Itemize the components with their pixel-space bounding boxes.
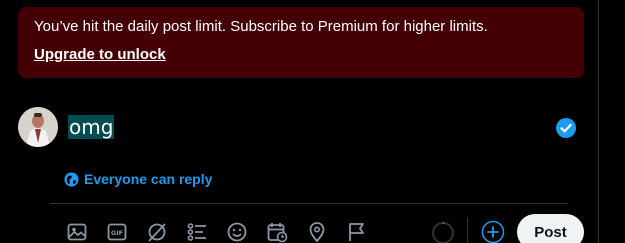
poll-button[interactable] <box>186 221 208 243</box>
compose-page: You’ve hit the daily post limit. Subscri… <box>0 0 625 243</box>
reply-setting-label: Everyone can reply <box>84 171 213 187</box>
reply-setting-button[interactable]: Everyone can reply <box>64 171 212 187</box>
media-icon <box>67 223 87 241</box>
character-counter-icon <box>432 222 454 243</box>
media-button[interactable] <box>66 221 88 243</box>
emoji-icon <box>227 222 247 242</box>
flag-button[interactable] <box>346 221 368 243</box>
check-circle-icon[interactable] <box>555 117 577 139</box>
grok-icon <box>148 223 166 242</box>
toolbar-separator <box>467 217 468 243</box>
banner-message: You’ve hit the daily post limit. Subscri… <box>34 18 488 35</box>
post-composer[interactable]: omg <box>68 114 115 140</box>
location-icon <box>309 222 325 243</box>
poll-icon <box>187 223 206 241</box>
globe-icon <box>64 171 79 187</box>
location-button[interactable] <box>306 221 328 243</box>
schedule-icon <box>267 223 288 243</box>
composer-text[interactable]: omg <box>68 115 115 139</box>
add-post-icon[interactable] <box>481 220 505 243</box>
avatar-image <box>18 107 58 147</box>
post-button[interactable]: Post <box>517 214 584 243</box>
gif-icon-label: GIF <box>111 229 123 237</box>
gif-icon: GIF <box>107 223 127 241</box>
avatar[interactable] <box>18 107 58 147</box>
toolbar-divider <box>50 203 568 204</box>
column-divider <box>598 0 599 243</box>
schedule-button[interactable] <box>266 221 288 243</box>
flag-icon <box>349 223 364 241</box>
grok-button[interactable] <box>146 221 168 243</box>
emoji-button[interactable] <box>226 221 248 243</box>
post-limit-banner: You’ve hit the daily post limit. Subscri… <box>18 7 584 78</box>
gif-button[interactable]: GIF <box>106 221 128 243</box>
upgrade-link[interactable]: Upgrade to unlock <box>34 46 166 63</box>
